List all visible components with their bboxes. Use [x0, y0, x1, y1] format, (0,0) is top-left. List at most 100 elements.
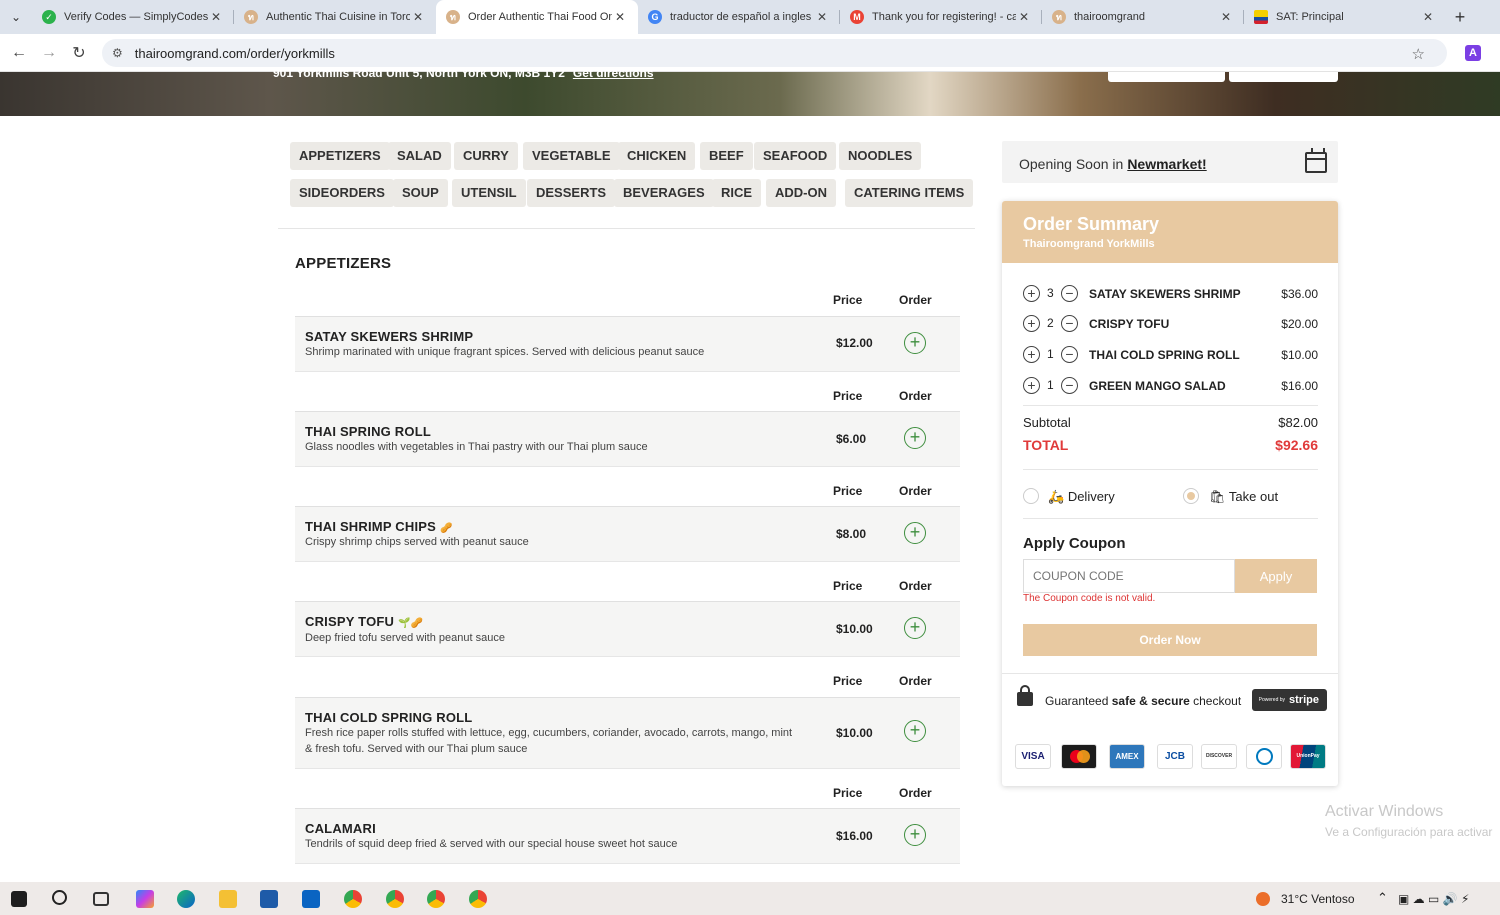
menu-item: THAI COLD SPRING ROLL Fresh rice paper r… — [295, 698, 960, 769]
new-tab-button[interactable]: + — [1446, 0, 1474, 34]
search-icon[interactable] — [52, 890, 67, 905]
takeout-option[interactable]: 🛍 Take out — [1209, 489, 1278, 505]
increase-qty-icon[interactable]: + — [1023, 346, 1040, 363]
copilot-icon[interactable] — [136, 890, 154, 908]
add-item-icon[interactable]: + — [904, 332, 926, 354]
store-icon[interactable] — [260, 890, 278, 908]
apply-coupon-button[interactable]: Apply — [1235, 559, 1317, 593]
gmail-favicon-icon: M — [850, 10, 864, 24]
bookmark-star-icon[interactable]: ☆ — [1412, 45, 1425, 63]
browser-tab[interactable]: Gtraductor de español a ingles y ✕ — [638, 0, 840, 34]
category-desserts[interactable]: DESSERTS — [527, 179, 616, 207]
decrease-qty-icon[interactable]: − — [1061, 377, 1078, 394]
category-chicken[interactable]: CHICKEN — [618, 142, 696, 170]
increase-qty-icon[interactable]: + — [1023, 285, 1040, 302]
order-line: +3− SATAY SKEWERS SHRIMP $36.00 — [1023, 284, 1318, 304]
menu-item: CRISPY TOFU 🌱🥜 Deep fried tofu served wit… — [295, 602, 960, 657]
restaurant-address: 901 Yorkmills Road Unit 5, North York ON… — [273, 66, 654, 80]
browser-tab[interactable]: ✓ Verify Codes — SimplyCodes ✕ — [32, 0, 234, 34]
system-tray-icons[interactable]: ▣ ☁ ▭ 🔊 ⚡ — [1398, 892, 1469, 906]
category-sideorders[interactable]: SIDEORDERS — [290, 179, 394, 207]
extension-icon[interactable]: A — [1465, 45, 1481, 61]
file-explorer-icon[interactable] — [219, 890, 237, 908]
close-tab-icon[interactable]: ✕ — [208, 10, 224, 24]
add-item-icon[interactable]: + — [904, 617, 926, 639]
decrease-qty-icon[interactable]: − — [1061, 315, 1078, 332]
close-tab-icon[interactable]: ✕ — [612, 10, 628, 24]
chrome-icon[interactable] — [427, 890, 445, 908]
category-catering-items[interactable]: CATERING ITEMS — [845, 179, 974, 207]
decrease-qty-icon[interactable]: − — [1061, 346, 1078, 363]
task-view-icon[interactable] — [93, 892, 109, 906]
forward-icon[interactable]: → — [34, 44, 64, 62]
category-rice[interactable]: RICE — [712, 179, 762, 207]
category-curry[interactable]: CURRY — [454, 142, 518, 170]
order-now-button[interactable]: Order Now — [1023, 624, 1317, 656]
close-tab-icon[interactable]: ✕ — [814, 10, 830, 24]
line-name: THAI COLD SPRING ROLL — [1089, 348, 1240, 362]
category-vegetable[interactable]: VEGETABLE — [523, 142, 620, 170]
close-tab-icon[interactable]: ✕ — [410, 10, 426, 24]
category-beverages[interactable]: BEVERAGES — [614, 179, 714, 207]
close-tab-icon[interactable]: ✕ — [1218, 10, 1234, 24]
category-beef[interactable]: BEEF — [700, 142, 753, 170]
weather-text[interactable]: 31°C Ventoso — [1281, 892, 1355, 906]
browser-tab[interactable]: ท thairoomgrand ✕ — [1042, 0, 1244, 34]
browser-tab[interactable]: SAT: Principal ✕ — [1244, 0, 1446, 34]
chrome-icon[interactable] — [386, 890, 404, 908]
category-utensil[interactable]: UTENSIL — [452, 179, 526, 207]
category-appetizers[interactable]: APPETIZERS — [290, 142, 390, 170]
browser-tab[interactable]: M Thank you for registering! - car ✕ — [840, 0, 1042, 34]
menu-item-description: Fresh rice paper rolls stuffed with lett… — [305, 727, 793, 755]
add-item-icon[interactable]: + — [904, 522, 926, 544]
vegan-peanut-icon: 🌱🥜 — [398, 618, 424, 629]
reload-icon[interactable]: ↻ — [64, 43, 94, 63]
divider — [1023, 405, 1318, 406]
outlook-icon[interactable] — [302, 890, 320, 908]
amex-icon: AMEX — [1109, 744, 1145, 769]
decrease-qty-icon[interactable]: − — [1061, 285, 1078, 302]
close-tab-icon[interactable]: ✕ — [1420, 10, 1436, 24]
coupon-code-input[interactable] — [1023, 559, 1235, 593]
back-icon[interactable]: ← — [4, 44, 34, 62]
delivery-radio[interactable] — [1023, 488, 1039, 504]
add-item-icon[interactable]: + — [904, 427, 926, 449]
google-favicon-icon: G — [648, 10, 662, 24]
delivery-option[interactable]: 🛵 Delivery — [1048, 489, 1115, 505]
add-item-icon[interactable]: + — [904, 824, 926, 846]
total-row: TOTAL $92.66 — [1023, 437, 1318, 453]
menu-item-price: $8.00 — [836, 527, 867, 541]
chrome-icon[interactable] — [344, 890, 362, 908]
chevron-up-icon[interactable]: ⌃ — [1377, 890, 1388, 906]
address-bar[interactable]: ⚙ thairoomgrand.com/order/yorkmills ☆ — [102, 39, 1447, 67]
opening-soon-banner: Opening Soon in Newmarket! — [1002, 141, 1338, 183]
windows-start-icon[interactable] — [11, 891, 27, 907]
tab-search-icon[interactable]: ⌄ — [0, 0, 32, 34]
hero-button[interactable] — [1229, 72, 1338, 82]
tab-title: Authentic Thai Cuisine in Toronto — [266, 11, 410, 23]
weather-icon[interactable] — [1256, 892, 1270, 906]
category-noodles[interactable]: NOODLES — [839, 142, 922, 170]
category-seafood[interactable]: SEAFOOD — [754, 142, 837, 170]
category-soup[interactable]: SOUP — [393, 179, 448, 207]
calendar-icon[interactable] — [1305, 148, 1327, 173]
site-settings-icon[interactable]: ⚙ — [112, 46, 123, 60]
edge-icon[interactable] — [177, 890, 195, 908]
thairoomgrand-favicon-icon: ท — [1052, 10, 1066, 24]
hero-button[interactable] — [1108, 72, 1225, 82]
line-price: $36.00 — [1281, 287, 1318, 301]
tab-title: thairoomgrand — [1074, 11, 1145, 23]
browser-tab-active[interactable]: ท Order Authentic Thai Food Online✕ — [436, 0, 638, 34]
add-item-icon[interactable]: + — [904, 720, 926, 742]
close-tab-icon[interactable]: ✕ — [1016, 10, 1032, 24]
category-salad[interactable]: SALAD — [388, 142, 451, 170]
get-directions-link[interactable]: Get directions — [573, 66, 654, 80]
menu-item-price: $16.00 — [836, 829, 873, 843]
increase-qty-icon[interactable]: + — [1023, 377, 1040, 394]
newmarket-link[interactable]: Newmarket! — [1127, 156, 1206, 172]
chrome-icon[interactable] — [469, 890, 487, 908]
category-add-on[interactable]: ADD-ON — [766, 179, 836, 207]
browser-tab[interactable]: ท Authentic Thai Cuisine in Toronto✕ — [234, 0, 436, 34]
increase-qty-icon[interactable]: + — [1023, 315, 1040, 332]
takeout-radio[interactable] — [1183, 488, 1199, 504]
